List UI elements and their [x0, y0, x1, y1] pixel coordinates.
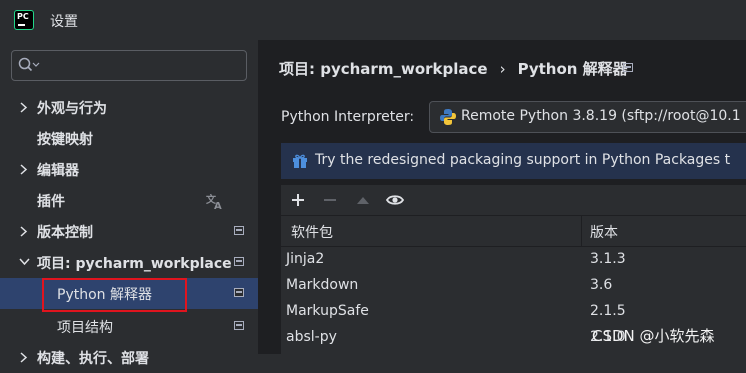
settings-content: 项目: pycharm_workplace › Python 解释器 Python … — [259, 40, 746, 360]
title-bar: PC 设置 — [0, 0, 746, 41]
project-level-icon — [234, 288, 244, 297]
breadcrumb-parent[interactable]: 项目: pycharm_workplace — [279, 60, 488, 78]
chevron-right-icon — [20, 102, 28, 113]
interpreter-value: Remote Python 3.8.19 (sftp://root@10.1 — [461, 108, 741, 124]
package-name: MarkupSafe — [286, 303, 369, 319]
eye-icon[interactable] — [385, 190, 405, 210]
python-icon — [440, 109, 456, 125]
search-input[interactable] — [46, 55, 240, 77]
sidebar-item-label: 编辑器 — [37, 163, 79, 179]
package-version: 3.6 — [590, 277, 613, 293]
package-version: 2.1.5 — [590, 303, 626, 319]
interpreter-select[interactable]: Remote Python 3.8.19 (sftp://root@10.1 — [429, 101, 746, 133]
project-level-icon — [234, 226, 244, 235]
table-row[interactable]: Markdown 3.6 — [281, 273, 746, 299]
annotation-highlight — [42, 278, 187, 312]
sidebar-item-label: 按键映射 — [37, 132, 93, 148]
gift-icon — [293, 154, 307, 168]
project-level-icon — [234, 257, 244, 266]
package-version: 3.1.3 — [590, 251, 626, 267]
sidebar-item-appearance[interactable]: 外观与行为 — [0, 92, 258, 123]
sidebar-item-label: 项目结构 — [57, 320, 113, 336]
sidebar-item-version-control[interactable]: 版本控制 — [0, 216, 258, 247]
breadcrumb-current: Python 解释器 — [517, 60, 628, 78]
sidebar-item-label: 构建、执行、部署 — [37, 351, 149, 367]
packages-header: 软件包 版本 — [281, 216, 746, 247]
package-name: absl-py — [286, 329, 337, 345]
breadcrumb: 项目: pycharm_workplace › Python 解释器 — [279, 58, 628, 79]
add-icon[interactable] — [288, 190, 308, 210]
banner-text[interactable]: Try the redesigned packaging support in … — [315, 152, 730, 168]
interpreter-label: Python Interpreter: — [281, 109, 415, 125]
pycharm-logo-icon: PC — [14, 10, 34, 30]
translate-icon: 文 A — [206, 193, 222, 210]
sidebar-item-keymap[interactable]: 按键映射 — [0, 123, 258, 154]
search-icon — [18, 57, 40, 72]
svg-text:A: A — [214, 201, 222, 210]
breadcrumb-separator: › — [499, 60, 506, 78]
sidebar-item-build-execution-deployment[interactable]: 构建、执行、部署 — [0, 342, 258, 373]
settings-search[interactable] — [11, 50, 247, 81]
sidebar-item-project-structure[interactable]: 项目结构 — [0, 311, 258, 342]
project-level-icon — [234, 321, 244, 330]
package-name: Jinja2 — [286, 251, 325, 267]
sidebar-item-label: 版本控制 — [37, 225, 93, 241]
packages-toolbar — [281, 185, 746, 216]
watermark: CSDN @小软先森 — [592, 327, 715, 345]
window-title: 设置 — [50, 14, 78, 30]
package-name: Markdown — [286, 277, 359, 293]
sidebar-item-label: 插件 — [37, 194, 65, 210]
column-header-version[interactable]: 版本 — [590, 222, 618, 242]
table-row[interactable]: MarkupSafe 2.1.5 — [281, 299, 746, 325]
sidebar-item-plugins[interactable]: 插件 文 A — [0, 185, 258, 216]
table-row[interactable]: Jinja2 3.1.3 — [281, 247, 746, 273]
sidebar-item-label: 外观与行为 — [37, 101, 107, 117]
remove-icon[interactable] — [320, 190, 340, 210]
chevron-down-icon — [19, 258, 30, 266]
chevron-right-icon — [20, 226, 28, 237]
upgrade-icon[interactable] — [353, 190, 373, 210]
sidebar-item-editor[interactable]: 编辑器 — [0, 154, 258, 185]
sidebar-item-project[interactable]: 项目: pycharm_workplace — [0, 247, 258, 278]
packaging-banner: Try the redesigned packaging support in … — [281, 143, 746, 179]
column-header-package[interactable]: 软件包 — [291, 222, 333, 242]
sidebar-item-label: 项目: pycharm_workplace — [37, 256, 232, 272]
column-divider — [581, 216, 582, 246]
project-level-icon — [623, 63, 633, 72]
chevron-right-icon — [20, 164, 28, 175]
